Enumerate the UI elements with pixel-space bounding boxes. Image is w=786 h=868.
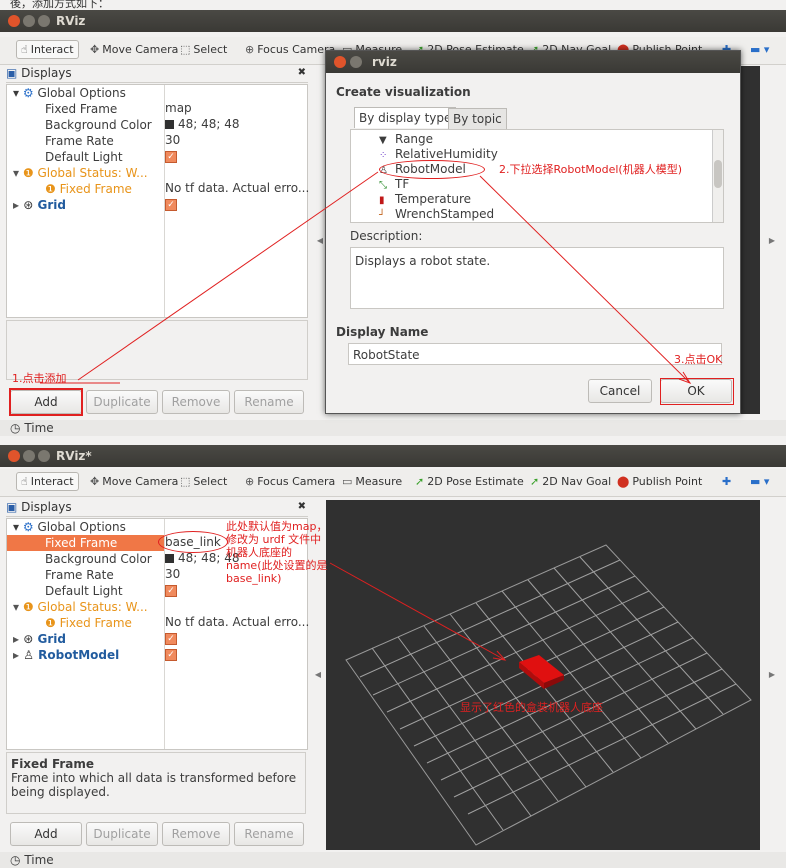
top-annotation-arrows [40,171,692,384]
help-text: Frame into which all data is transformed… [11,771,297,799]
clock-icon: ◷ [10,853,21,867]
help-panel: Fixed Frame Frame into which all data is… [6,752,306,814]
rename-button[interactable]: Rename [234,822,304,846]
add-button[interactable]: Add [10,822,82,846]
duplicate-button[interactable]: Duplicate [86,822,158,846]
bottom-annotation-arrows [329,562,507,661]
help-title: Fixed Frame [11,757,95,771]
remove-button[interactable]: Remove [162,822,230,846]
